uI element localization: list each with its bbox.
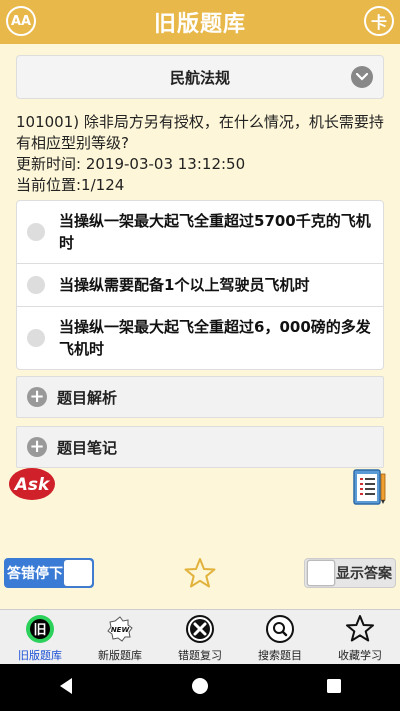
answer-options: 当操纵一架最大起飞全重超过5700千克的飞机时 当操纵需要配备1个以上驾驶员飞机… bbox=[16, 200, 384, 370]
page-title: 旧版题库 bbox=[153, 12, 246, 37]
bottom-nav: 旧 旧版题库 NEW 新版题库 错题复习 搜索题目 收藏学习 bbox=[0, 609, 400, 665]
plus-icon: + bbox=[27, 437, 47, 457]
answer-option[interactable]: 当操纵一架最大起飞全重超过5700千克的飞机时 bbox=[17, 201, 383, 264]
nav-label: 新版题库 bbox=[98, 649, 142, 662]
answer-option-text: 当操纵一架最大起飞全重超过5700千克的飞机时 bbox=[59, 212, 371, 252]
radio-button[interactable] bbox=[27, 329, 45, 347]
nav-item-new-bank[interactable]: NEW 新版题库 bbox=[80, 610, 160, 665]
stop-on-wrong-label: 答错停下 bbox=[7, 566, 63, 582]
search-icon bbox=[264, 613, 296, 645]
home-icon[interactable] bbox=[191, 677, 209, 699]
show-answer-toggle[interactable]: 显示答案 bbox=[304, 558, 396, 588]
chevron-down-icon bbox=[351, 66, 373, 88]
radio-button[interactable] bbox=[27, 276, 45, 294]
nav-label: 旧版题库 bbox=[18, 649, 62, 662]
font-size-icon[interactable]: AA bbox=[6, 6, 36, 36]
nav-label: 错题复习 bbox=[178, 649, 222, 662]
favorites-star-icon bbox=[344, 613, 376, 645]
new-badge-icon: NEW bbox=[104, 613, 136, 645]
answer-option-text: 当操纵需要配备1个以上驾驶员飞机时 bbox=[59, 276, 310, 294]
recents-icon[interactable] bbox=[326, 678, 342, 698]
nav-item-wrong-review[interactable]: 错题复习 bbox=[160, 610, 240, 665]
old-bank-icon-text: 旧 bbox=[33, 623, 46, 638]
system-nav-bar bbox=[0, 664, 400, 711]
stop-on-wrong-toggle[interactable]: 答错停下 bbox=[4, 558, 94, 588]
old-bank-icon: 旧 bbox=[24, 613, 56, 645]
show-answer-label: 显示答案 bbox=[336, 566, 392, 582]
nav-item-favorites[interactable]: 收藏学习 bbox=[320, 610, 400, 665]
ask-logo-text: Ask bbox=[13, 475, 51, 495]
category-select[interactable]: 民航法规 bbox=[16, 55, 384, 99]
analysis-label: 题目解析 bbox=[57, 388, 118, 407]
answer-option-text: 当操纵一架最大起飞全重超过6，000磅的多发飞机时 bbox=[59, 318, 371, 358]
wrong-review-icon bbox=[184, 613, 216, 645]
nav-item-old-bank[interactable]: 旧 旧版题库 bbox=[0, 610, 80, 665]
radio-button[interactable] bbox=[27, 223, 45, 241]
toggle-knob bbox=[307, 560, 335, 586]
notes-section[interactable]: + 题目笔记 bbox=[16, 426, 384, 468]
analysis-section[interactable]: + 题目解析 bbox=[16, 376, 384, 418]
toggle-knob bbox=[64, 560, 92, 586]
notepad-icon[interactable] bbox=[352, 466, 388, 506]
new-badge-icon-text: NEW bbox=[111, 626, 130, 634]
star-outline-icon bbox=[184, 558, 216, 588]
favorite-star-button[interactable] bbox=[183, 556, 217, 590]
back-icon[interactable] bbox=[58, 677, 74, 699]
plus-icon: + bbox=[27, 387, 47, 407]
answer-option[interactable]: 当操纵需要配备1个以上驾驶员飞机时 bbox=[17, 264, 383, 307]
app-header: AA 旧版题库 卡 bbox=[0, 0, 400, 44]
nav-label: 搜索题目 bbox=[258, 649, 302, 662]
answer-option[interactable]: 当操纵一架最大起飞全重超过6，000磅的多发飞机时 bbox=[17, 307, 383, 369]
card-icon[interactable]: 卡 bbox=[364, 6, 394, 36]
ask-logo[interactable]: Ask bbox=[8, 466, 56, 502]
notes-label: 题目笔记 bbox=[57, 438, 118, 457]
update-time: 更新时间: 2019-03-03 13:12:50 bbox=[16, 155, 246, 173]
nav-label: 收藏学习 bbox=[338, 649, 382, 662]
category-selected-label: 民航法规 bbox=[169, 68, 230, 87]
question-text: 101001) 除非局方另有授权，在什么情况，机长需要持有相应型别等级? bbox=[16, 113, 384, 152]
nav-item-search[interactable]: 搜索题目 bbox=[240, 610, 320, 665]
question-position: 当前位置:1/124 bbox=[16, 176, 125, 194]
question-block: 101001) 除非局方另有授权，在什么情况，机长需要持有相应型别等级? 更新时… bbox=[16, 112, 386, 196]
